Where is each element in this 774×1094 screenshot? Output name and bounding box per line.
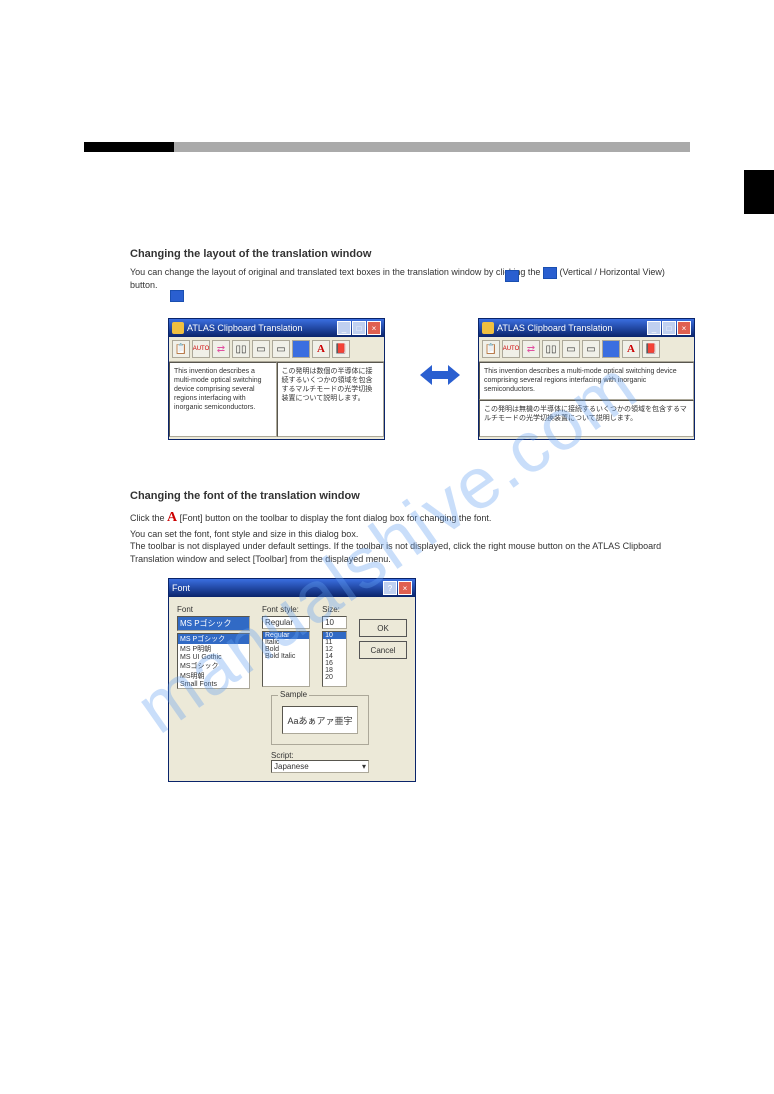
font-a-icon: A — [167, 510, 177, 525]
minimize-button[interactable]: _ — [647, 321, 661, 335]
font-list[interactable]: MS Pゴシック MS P明朝 MS UI Gothic MSゴシック MS明朝… — [177, 633, 250, 689]
target-pane-left[interactable]: この発明は数個の半導体に接続するいくつかの領域を包含するマルチモードの光学切換装… — [277, 362, 385, 437]
close-button[interactable]: × — [398, 581, 412, 595]
target-pane-right[interactable]: この発明は無機の半導体に接続するいくつかの領域を包含するマルチモードの光学切換装… — [479, 400, 694, 438]
side-tab — [744, 170, 774, 214]
size-item-4[interactable]: 16 — [323, 660, 346, 667]
size-label: Size: — [322, 605, 347, 614]
titlebar-left[interactable]: ATLAS Clipboard Translation _ □ × — [169, 319, 384, 337]
maximize-button[interactable]: □ — [352, 321, 366, 335]
close-button[interactable]: × — [367, 321, 381, 335]
tb-book-icon[interactable]: 📕 — [642, 340, 660, 358]
font-item-1[interactable]: MS P明朝 — [178, 644, 249, 654]
font-section-text: Click the A [Font] button on the toolbar… — [130, 508, 670, 565]
source-pane-right[interactable]: This invention describes a multi-mode op… — [479, 362, 694, 400]
tb-swap-icon[interactable]: ⇄ — [522, 340, 540, 358]
tb-panel1-icon[interactable]: ▭ — [252, 340, 270, 358]
tb-divide-lr-icon[interactable]: ▯▯ — [232, 340, 250, 358]
tb-divide-lr-icon[interactable]: ▯▯ — [542, 340, 560, 358]
script-label: Script: — [271, 751, 294, 760]
style-input[interactable]: Regular — [262, 616, 310, 629]
style-item-1[interactable]: Italic — [263, 639, 309, 646]
app-icon — [172, 322, 184, 334]
font-dialog: Font ? × Font MS Pゴシック MS Pゴシック MS P明朝 M… — [168, 578, 416, 782]
tb-swap-icon[interactable]: ⇄ — [212, 340, 230, 358]
close-button[interactable]: × — [677, 321, 691, 335]
tb-font-icon[interactable]: A — [312, 340, 330, 358]
size-item-2[interactable]: 12 — [323, 646, 346, 653]
script-select[interactable]: Japanese ▾ — [271, 760, 369, 773]
size-list[interactable]: 10 11 12 14 16 18 20 — [322, 631, 347, 687]
app-icon — [482, 322, 494, 334]
header-bar-black — [84, 142, 174, 152]
section-font-title: Changing the font of the translation win… — [130, 490, 360, 502]
font-text-2: [Font] button on the toolbar to display … — [180, 513, 492, 523]
tb-panel2-icon[interactable]: ▭ — [582, 340, 600, 358]
font-input[interactable]: MS Pゴシック — [177, 616, 250, 631]
tb-layout-icon[interactable] — [292, 340, 310, 358]
tb-panel2-icon[interactable]: ▭ — [272, 340, 290, 358]
double-arrow-icon — [420, 360, 460, 390]
size-item-3[interactable]: 14 — [323, 653, 346, 660]
font-dialog-title: Font — [172, 583, 190, 593]
font-item-6[interactable]: System — [178, 688, 249, 689]
style-item-0[interactable]: Regular — [263, 632, 309, 639]
size-item-6[interactable]: 20 — [323, 674, 346, 681]
ok-button[interactable]: OK — [359, 619, 407, 637]
font-item-0[interactable]: MS Pゴシック — [178, 634, 249, 644]
tb-copy-icon[interactable]: 📋 — [172, 340, 190, 358]
sample-label: Sample — [278, 690, 309, 699]
font-item-5[interactable]: Small Fonts — [178, 681, 249, 688]
font-item-3[interactable]: MSゴシック — [178, 661, 249, 671]
section-layout-title: Changing the layout of the translation w… — [130, 248, 371, 260]
font-item-4[interactable]: MS明朝 — [178, 671, 249, 681]
layout-icon-right — [505, 270, 519, 282]
tb-panel1-icon[interactable]: ▭ — [562, 340, 580, 358]
font-item-2[interactable]: MS UI Gothic — [178, 654, 249, 661]
toolbar-left: 📋 AUTO ⇄ ▯▯ ▭ ▭ A 📕 — [169, 337, 384, 362]
titlebar-right[interactable]: ATLAS Clipboard Translation _ □ × — [479, 319, 694, 337]
style-item-3[interactable]: Bold Italic — [263, 653, 309, 660]
size-item-0[interactable]: 10 — [323, 632, 346, 639]
font-text-3: You can set the font, font style and siz… — [130, 529, 358, 539]
size-item-5[interactable]: 18 — [323, 667, 346, 674]
style-label: Font style: — [262, 605, 310, 614]
font-dialog-titlebar[interactable]: Font ? × — [169, 579, 415, 597]
style-item-2[interactable]: Bold — [263, 646, 309, 653]
script-value: Japanese — [274, 762, 309, 771]
layout-text: You can change the layout of original an… — [130, 266, 670, 291]
window-title-left: ATLAS Clipboard Translation — [187, 323, 302, 333]
help-button[interactable]: ? — [383, 581, 397, 595]
chevron-down-icon: ▾ — [362, 762, 366, 771]
tb-copy-icon[interactable]: 📋 — [482, 340, 500, 358]
source-pane-left[interactable]: This invention describes a multi-mode op… — [169, 362, 277, 437]
clipboard-window-vertical: ATLAS Clipboard Translation _ □ × 📋 AUTO… — [168, 318, 385, 440]
font-label: Font — [177, 605, 250, 614]
size-item-1[interactable]: 11 — [323, 639, 346, 646]
layout-text-1: You can change the layout of original an… — [130, 267, 540, 277]
size-input[interactable]: 10 — [322, 616, 347, 629]
tb-auto-icon[interactable]: AUTO — [192, 340, 210, 358]
minimize-button[interactable]: _ — [337, 321, 351, 335]
tb-layout-icon[interactable] — [602, 340, 620, 358]
sample-group: Sample Aaあぁアァ亜宇 — [271, 695, 369, 745]
tb-book-icon[interactable]: 📕 — [332, 340, 350, 358]
maximize-button[interactable]: □ — [662, 321, 676, 335]
tb-font-icon[interactable]: A — [622, 340, 640, 358]
style-list[interactable]: Regular Italic Bold Bold Italic — [262, 631, 310, 687]
font-text-4: The toolbar is not displayed under defau… — [130, 541, 661, 564]
clipboard-window-horizontal: ATLAS Clipboard Translation _ □ × 📋 AUTO… — [478, 318, 695, 440]
vertical-horizontal-view-icon — [543, 267, 557, 279]
toolbar-right: 📋 AUTO ⇄ ▯▯ ▭ ▭ A 📕 — [479, 337, 694, 362]
header-bar-gray — [174, 142, 690, 152]
sample-box: Aaあぁアァ亜宇 — [282, 706, 358, 734]
cancel-button[interactable]: Cancel — [359, 641, 407, 659]
window-title-right: ATLAS Clipboard Translation — [497, 323, 612, 333]
tb-auto-icon[interactable]: AUTO — [502, 340, 520, 358]
font-text-1: Click the — [130, 513, 165, 523]
layout-icon-left — [170, 290, 184, 302]
